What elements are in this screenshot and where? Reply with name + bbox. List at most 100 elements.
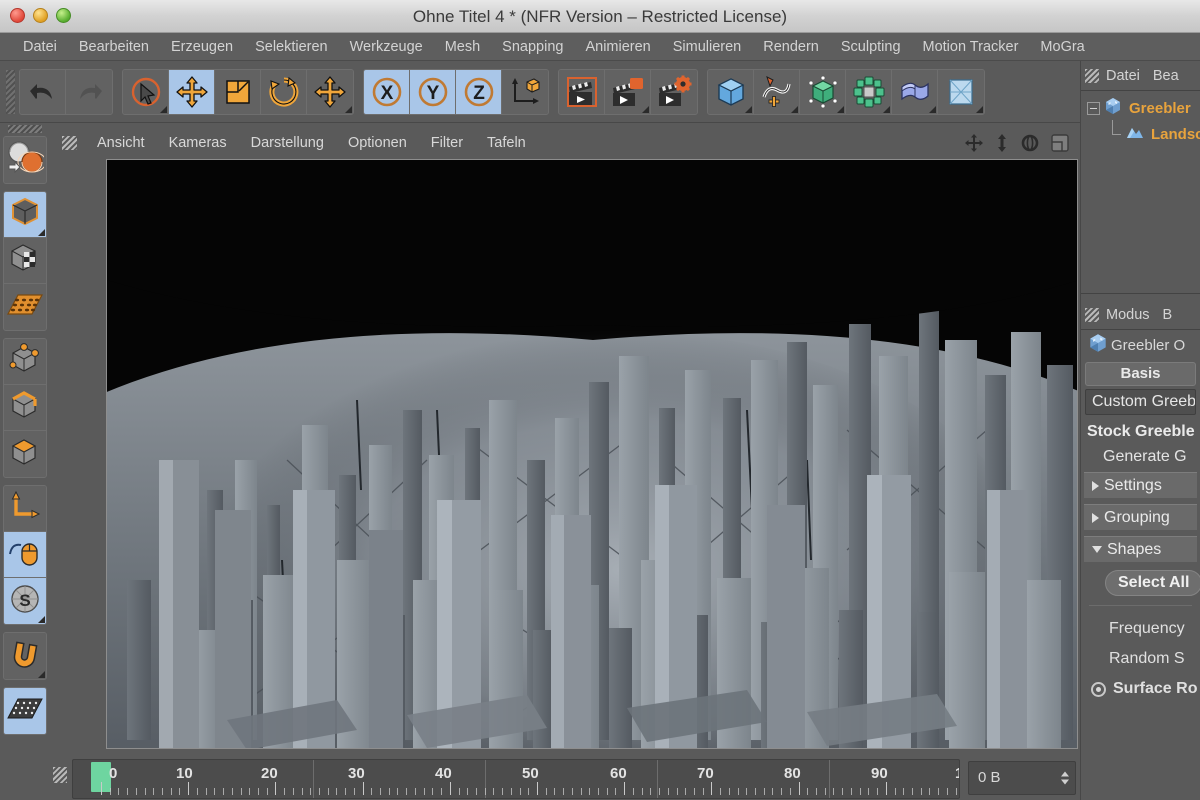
toolbar-grip[interactable] [6,69,15,114]
workplane-button[interactable] [4,688,46,734]
group-settings[interactable]: Settings [1084,472,1197,498]
menu-animieren[interactable]: Animieren [574,39,661,55]
pan-view-icon[interactable] [964,133,984,153]
magnet-button[interactable] [4,633,46,679]
menu-snapping[interactable]: Snapping [491,39,574,55]
object-tree-row-landscape[interactable]: Landsc [1081,120,1200,147]
group-shapes[interactable]: Shapes [1084,536,1197,562]
timeline-label-30: 30 [348,765,365,782]
redo-button[interactable] [66,69,112,114]
soft-selection-button[interactable]: S [4,578,46,624]
deformer-button[interactable] [892,69,938,114]
group-grouping[interactable]: Grouping [1084,504,1197,530]
scene-button[interactable] [938,69,984,114]
menu-simulieren[interactable]: Simulieren [662,39,753,55]
rotate-tool-button[interactable] [261,69,307,114]
cube-primitive-icon [714,75,748,109]
move-world-tool-button[interactable] [307,69,353,114]
radio-selected-icon[interactable] [1091,681,1106,697]
menu-werkzeuge[interactable]: Werkzeuge [339,39,434,55]
axis-z-button[interactable]: Z [456,69,502,114]
render-settings-button[interactable] [651,69,697,114]
svg-text:X: X [380,83,393,104]
timeline-grip[interactable] [53,767,67,783]
axis-y-button[interactable]: Y [410,69,456,114]
toolbar-group-render [558,68,698,115]
menu-selektieren[interactable]: Selektieren [244,39,339,55]
left-toolbar-grip[interactable] [8,125,42,133]
mograph-button[interactable] [846,69,892,114]
object-manager-grip[interactable] [1085,68,1099,83]
timeline-label-60: 60 [610,765,627,782]
timeline-label-50: 50 [522,765,539,782]
viewport-menu-optionen[interactable]: Optionen [336,135,419,151]
cube-primitive-button[interactable] [708,69,754,114]
move-tool-button[interactable] [169,69,215,114]
object-manager-tree[interactable]: Greebler Landsc [1081,95,1200,287]
viewport-header: Ansicht Kameras Darstellung Optionen Fil… [58,127,1076,159]
axis-mode-button[interactable] [4,486,46,532]
model-mode-button[interactable] [4,192,46,238]
chevron-down-icon [1092,546,1102,553]
select-tool-button[interactable] [123,69,169,114]
menu-motion-tracker[interactable]: Motion Tracker [912,39,1030,55]
spline-pen-button[interactable] [754,69,800,114]
menu-rendern[interactable]: Rendern [752,39,830,55]
memory-stepper-icon[interactable] [1061,771,1069,785]
nurbs-button[interactable] [800,69,846,114]
viewport-3d-scene[interactable] [107,160,1077,748]
texture-mode-button[interactable] [4,238,46,284]
polygons-mode-button[interactable] [4,431,46,477]
attribute-manager-menu-modus[interactable]: Modus [1106,307,1163,323]
attribute-manager-grip[interactable] [1085,307,1099,322]
coordinate-system-button[interactable] [502,69,548,114]
viewport-canvas[interactable] [106,159,1078,749]
tab-basis[interactable]: Basis [1085,362,1196,386]
scale-tool-icon [222,76,254,108]
viewport-menu-filter[interactable]: Filter [419,135,475,151]
menu-mograph[interactable]: MoGra [1029,39,1095,55]
make-editable-button[interactable] [4,137,46,183]
render-view-button[interactable] [559,69,605,114]
viewport-menu-tafeln[interactable]: Tafeln [475,135,538,151]
select-all-button[interactable]: Select All [1105,570,1200,596]
undo-button[interactable] [20,69,66,114]
undo-icon [28,79,58,105]
mograph-icon [852,75,886,109]
menu-erzeugen[interactable]: Erzeugen [160,39,244,55]
orbit-view-icon[interactable] [1020,133,1040,153]
timeline-track[interactable]: 0 10 20 30 40 50 60 70 80 90 100 [72,759,960,799]
viewport-menu-kameras[interactable]: Kameras [157,135,239,151]
render-settings-icon [656,75,692,109]
menu-bearbeiten[interactable]: Bearbeiten [68,39,160,55]
model-mode-icon [8,196,42,233]
maximize-view-icon[interactable] [1050,133,1070,153]
viewport-grip[interactable] [62,136,77,150]
greebler-object-icon [1103,96,1123,120]
axis-mode-icon [8,490,42,527]
viewport-menu-ansicht[interactable]: Ansicht [85,135,157,151]
axis-x-button[interactable]: X [364,69,410,114]
edges-mode-button[interactable] [4,385,46,431]
memory-usage-field[interactable]: 0 B [968,761,1076,795]
viewport-menu-darstellung[interactable]: Darstellung [239,135,336,151]
menu-datei[interactable]: Datei [12,39,68,55]
points-mode-button[interactable] [4,339,46,385]
object-tree-row-greebler[interactable]: Greebler [1081,95,1200,121]
panel-divider[interactable] [1081,293,1200,294]
scale-tool-button[interactable] [215,69,261,114]
render-region-button[interactable] [605,69,651,114]
object-manager-menu-bearbeiten[interactable]: Bea [1153,68,1192,84]
attribute-manager-menu-bearbeiten[interactable]: B [1163,307,1186,323]
expand-collapse-icon[interactable] [1087,101,1100,115]
greebler-landscape-render [107,160,1077,748]
object-manager-menu-datei[interactable]: Datei [1106,68,1153,84]
surface-rotation-row[interactable]: Surface Ro [1091,680,1200,698]
viewport-lock-button[interactable] [4,532,46,578]
menu-mesh[interactable]: Mesh [434,39,491,55]
preset-dropdown[interactable]: Custom Greeb [1085,389,1196,415]
menu-sculpting[interactable]: Sculpting [830,39,912,55]
random-seed-label: Random S [1109,650,1185,667]
dolly-view-icon[interactable] [994,133,1010,153]
polygon-grid-button[interactable] [4,284,46,330]
